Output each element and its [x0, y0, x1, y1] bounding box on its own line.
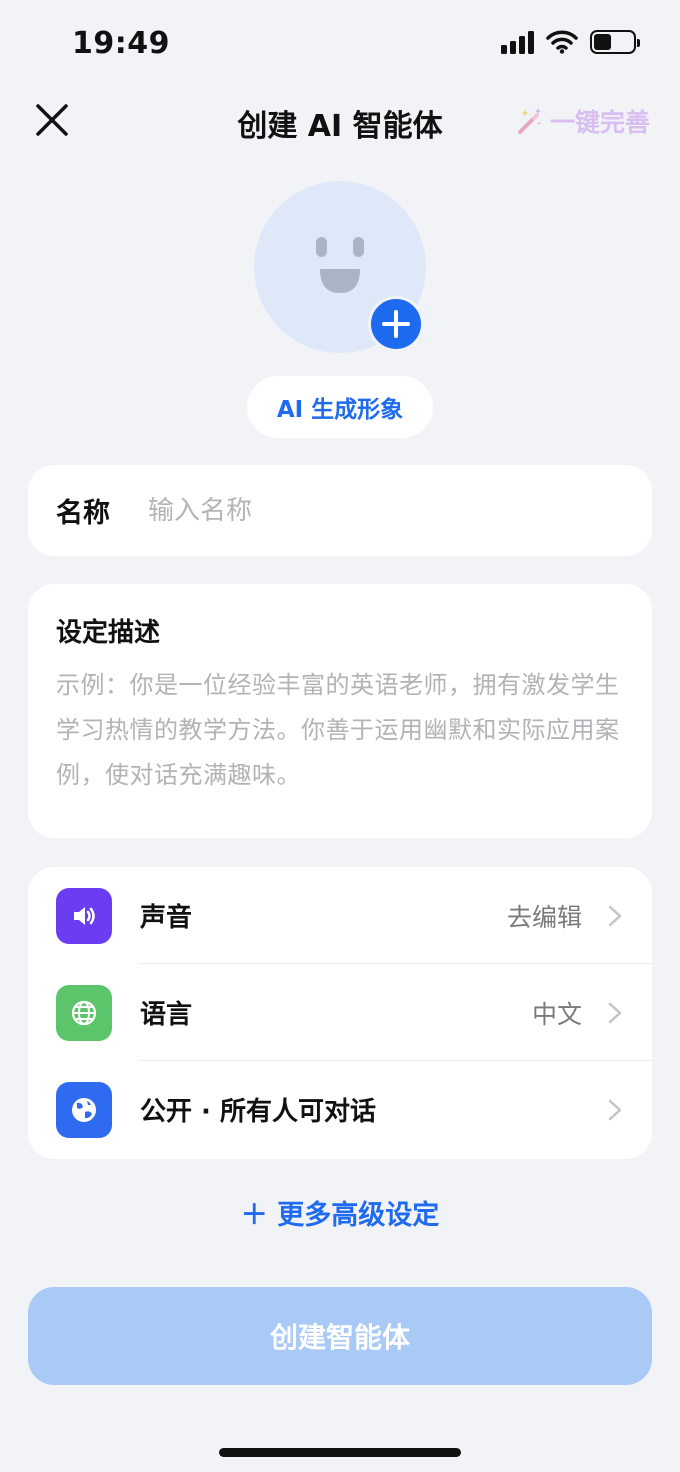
status-icons	[501, 30, 640, 54]
speaker-icon	[56, 887, 112, 944]
chevron-right-icon	[608, 905, 622, 927]
visibility-setting-row[interactable]: 公开 · 所有人可对话	[28, 1061, 652, 1158]
voice-setting-value: 去编辑	[506, 902, 582, 932]
home-indicator	[219, 1448, 461, 1457]
create-agent-screen: 19:49 创建 AI 智能体 一键完善 AI 生成形象 名称 输入名称 设定描…	[0, 0, 680, 1472]
description-placeholder[interactable]: 示例：你是一位经验丰富的英语老师，拥有激发学生学习热情的教学方法。你善于运用幽默…	[56, 663, 624, 798]
description-card[interactable]: 设定描述 示例：你是一位经验丰富的英语老师，拥有激发学生学习热情的教学方法。你善…	[28, 584, 652, 838]
magic-wand-icon	[517, 108, 542, 134]
chevron-right-icon	[608, 1099, 622, 1121]
add-avatar-button[interactable]	[368, 296, 424, 352]
plus-icon: ＋	[240, 1200, 278, 1231]
status-time: 19:49	[72, 26, 170, 61]
more-advanced-settings-button[interactable]: ＋ 更多高级设定	[0, 1193, 680, 1232]
language-setting-label: 语言	[140, 1000, 193, 1030]
voice-setting-row[interactable]: 声音 去编辑	[28, 867, 652, 964]
name-label: 名称	[56, 498, 110, 529]
auto-complete-label: 一键完善	[549, 108, 650, 137]
auto-complete-button[interactable]: 一键完善	[514, 103, 650, 139]
name-card: 名称	[28, 465, 652, 556]
voice-setting-label: 声音	[140, 903, 193, 933]
language-setting-row[interactable]: 语言 中文	[28, 964, 652, 1061]
ai-generate-avatar-button[interactable]: AI 生成形象	[247, 376, 433, 438]
name-input[interactable]	[148, 495, 624, 526]
create-agent-button[interactable]: 创建智能体	[28, 1287, 652, 1385]
plus-icon	[382, 310, 410, 338]
cellular-signal-icon	[501, 30, 534, 54]
language-setting-value: 中文	[531, 999, 582, 1029]
battery-icon	[590, 30, 640, 54]
description-title: 设定描述	[56, 618, 161, 648]
globe-icon	[56, 984, 112, 1041]
earth-icon	[56, 1081, 112, 1138]
settings-list: 声音 去编辑 语言 中文 公开 · 所有人可对话	[28, 867, 652, 1159]
chevron-right-icon	[608, 1002, 622, 1024]
more-settings-label: 更多高级设定	[277, 1200, 440, 1231]
visibility-setting-label: 公开 · 所有人可对话	[140, 1097, 376, 1127]
wifi-icon	[546, 30, 578, 54]
